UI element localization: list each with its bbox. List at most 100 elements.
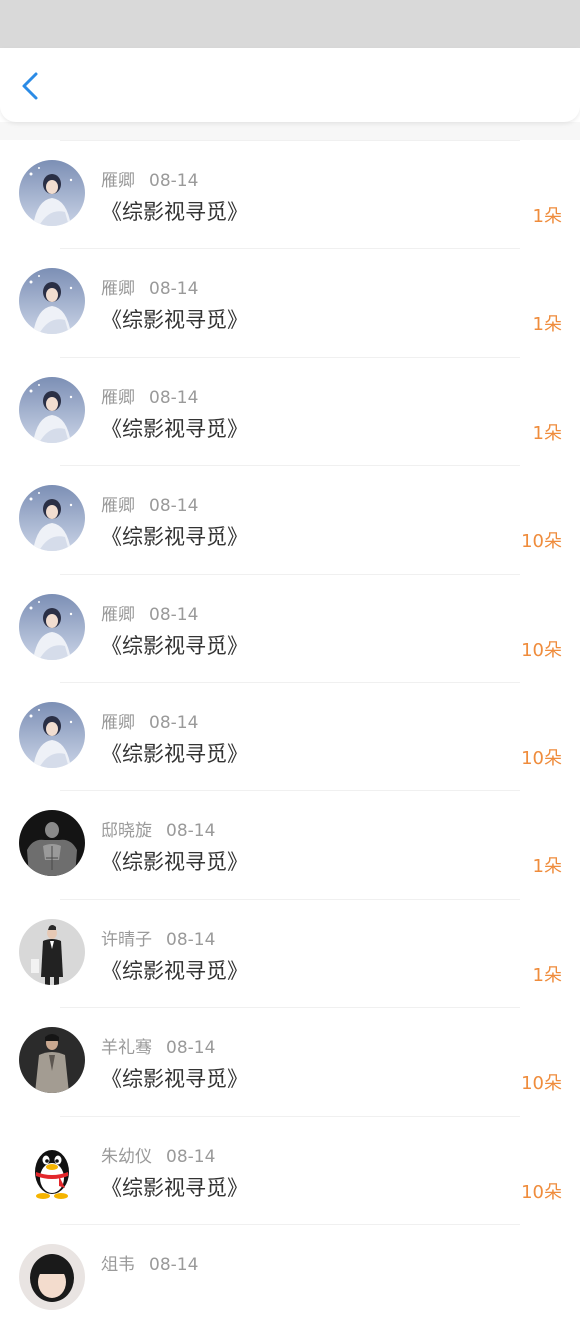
divider	[60, 356, 520, 358]
woman-portrait-icon	[19, 485, 85, 552]
divider	[60, 140, 520, 141]
divider	[60, 573, 520, 575]
avatar[interactable]	[19, 160, 85, 226]
send-date: 08-14	[149, 387, 199, 408]
send-date: 08-14	[149, 279, 199, 300]
top-nav-bar	[0, 48, 580, 122]
avatar[interactable]	[19, 918, 85, 985]
woman-portrait-icon	[19, 593, 85, 660]
list-item[interactable]: 雁卿 08-14 《综影视寻觅》 10朵	[0, 573, 580, 682]
divider	[60, 1223, 520, 1225]
gift-count: 1朵	[532, 964, 562, 986]
muscle-man-portrait-icon	[19, 810, 85, 877]
divider	[60, 898, 520, 900]
gift-count: 1朵	[532, 422, 562, 444]
book-title: 《综影视寻觅》	[101, 1175, 248, 1200]
sender-meta: 雁卿 08-14	[101, 274, 198, 299]
avatar[interactable]	[19, 701, 85, 768]
send-date: 08-14	[149, 604, 199, 625]
gift-record-list: 雁卿 08-14 《综影视寻觅》 1朵 雁卿 08-14 《综影视寻觅》 1朵	[0, 140, 580, 1332]
sender-name: 俎韦	[101, 1254, 135, 1275]
book-title: 《综影视寻觅》	[101, 416, 248, 441]
book-title: 《综影视寻觅》	[101, 850, 248, 875]
divider	[60, 465, 520, 467]
woman-portrait-icon	[19, 701, 85, 768]
gift-count: 1朵	[532, 206, 562, 227]
gift-count: 1朵	[532, 314, 562, 336]
divider	[60, 681, 520, 683]
divider	[60, 1007, 520, 1009]
send-date: 08-14	[149, 1254, 199, 1275]
sender-name: 雁卿	[101, 171, 135, 191]
status-bar	[0, 0, 580, 48]
list-item[interactable]: 雁卿 08-14 《综影视寻觅》 1朵	[0, 140, 580, 248]
list-item[interactable]: 俎韦 08-14	[0, 1223, 580, 1332]
sender-meta: 雁卿 08-14	[101, 383, 198, 408]
sender-meta: 朱幼仪 08-14	[101, 1142, 215, 1167]
avatar[interactable]	[19, 268, 85, 335]
gift-count: 10朵	[521, 639, 562, 661]
avatar[interactable]	[19, 485, 85, 552]
avatar[interactable]	[19, 1243, 85, 1310]
woman-portrait-icon	[19, 268, 85, 335]
send-date: 08-14	[166, 1038, 216, 1059]
avatar[interactable]	[19, 376, 85, 443]
woman-portrait-icon	[19, 160, 85, 226]
qq-penguin-icon	[19, 1135, 85, 1202]
book-title: 《综影视寻觅》	[101, 958, 248, 983]
girl-portrait-icon	[19, 1243, 85, 1310]
sender-meta: 邸晓旋 08-14	[101, 816, 215, 841]
sender-name: 雁卿	[101, 496, 135, 517]
sender-meta: 俎韦 08-14	[101, 1250, 198, 1275]
avatar[interactable]	[19, 1135, 85, 1202]
send-date: 08-14	[149, 171, 199, 191]
send-date: 08-14	[149, 496, 199, 517]
sender-name: 雁卿	[101, 387, 135, 408]
list-item[interactable]: 邸晓旋 08-14 《综影视寻觅》 1朵	[0, 790, 580, 898]
sender-name: 邸晓旋	[101, 821, 152, 842]
list-item[interactable]: 雁卿 08-14 《综影视寻觅》 1朵	[0, 248, 580, 356]
send-date: 08-14	[149, 712, 199, 733]
gift-count: 10朵	[521, 1073, 562, 1095]
gift-count: 10朵	[521, 747, 562, 769]
gift-count: 1朵	[532, 856, 562, 878]
sender-name: 雁卿	[101, 604, 135, 625]
sender-meta: 雁卿 08-14	[101, 600, 198, 625]
gift-count: 10朵	[521, 531, 562, 553]
book-title: 《综影视寻觅》	[101, 308, 248, 333]
sender-name: 雁卿	[101, 279, 135, 300]
sender-meta: 雁卿 08-14	[101, 708, 198, 733]
list-item[interactable]: 朱幼仪 08-14 《综影视寻觅》 10朵	[0, 1115, 580, 1224]
back-button[interactable]	[16, 70, 48, 102]
sender-meta: 羊礼骞 08-14	[101, 1033, 215, 1058]
divider	[60, 248, 520, 250]
coat-man-portrait-icon	[19, 1027, 85, 1094]
sender-name: 朱幼仪	[101, 1146, 152, 1167]
list-top-spacer	[0, 122, 580, 140]
suit-man-portrait-icon	[19, 918, 85, 985]
avatar[interactable]	[19, 1027, 85, 1094]
list-item[interactable]: 雁卿 08-14 《综影视寻觅》 10朵	[0, 681, 580, 790]
send-date: 08-14	[166, 1146, 216, 1167]
list-item[interactable]: 雁卿 08-14 《综影视寻觅》 1朵	[0, 356, 580, 465]
book-title: 《综影视寻觅》	[101, 525, 248, 550]
sender-name: 许晴子	[101, 929, 152, 950]
book-title: 《综影视寻觅》	[101, 1067, 248, 1092]
divider	[60, 1115, 520, 1117]
avatar[interactable]	[19, 810, 85, 877]
list-item[interactable]: 羊礼骞 08-14 《综影视寻觅》 10朵	[0, 1007, 580, 1115]
avatar[interactable]	[19, 593, 85, 660]
chevron-left-icon	[22, 72, 38, 100]
send-date: 08-14	[166, 821, 216, 842]
list-item[interactable]: 许晴子 08-14 《综影视寻觅》 1朵	[0, 898, 580, 1007]
send-date: 08-14	[166, 929, 216, 950]
book-title: 《综影视寻觅》	[101, 633, 248, 658]
list-item[interactable]: 雁卿 08-14 《综影视寻觅》 10朵	[0, 465, 580, 573]
book-title: 《综影视寻觅》	[101, 200, 248, 224]
sender-name: 雁卿	[101, 712, 135, 733]
gift-count: 10朵	[521, 1181, 562, 1203]
sender-name: 羊礼骞	[101, 1038, 152, 1059]
divider	[60, 790, 520, 792]
woman-portrait-icon	[19, 376, 85, 443]
sender-meta: 许晴子 08-14	[101, 925, 215, 950]
